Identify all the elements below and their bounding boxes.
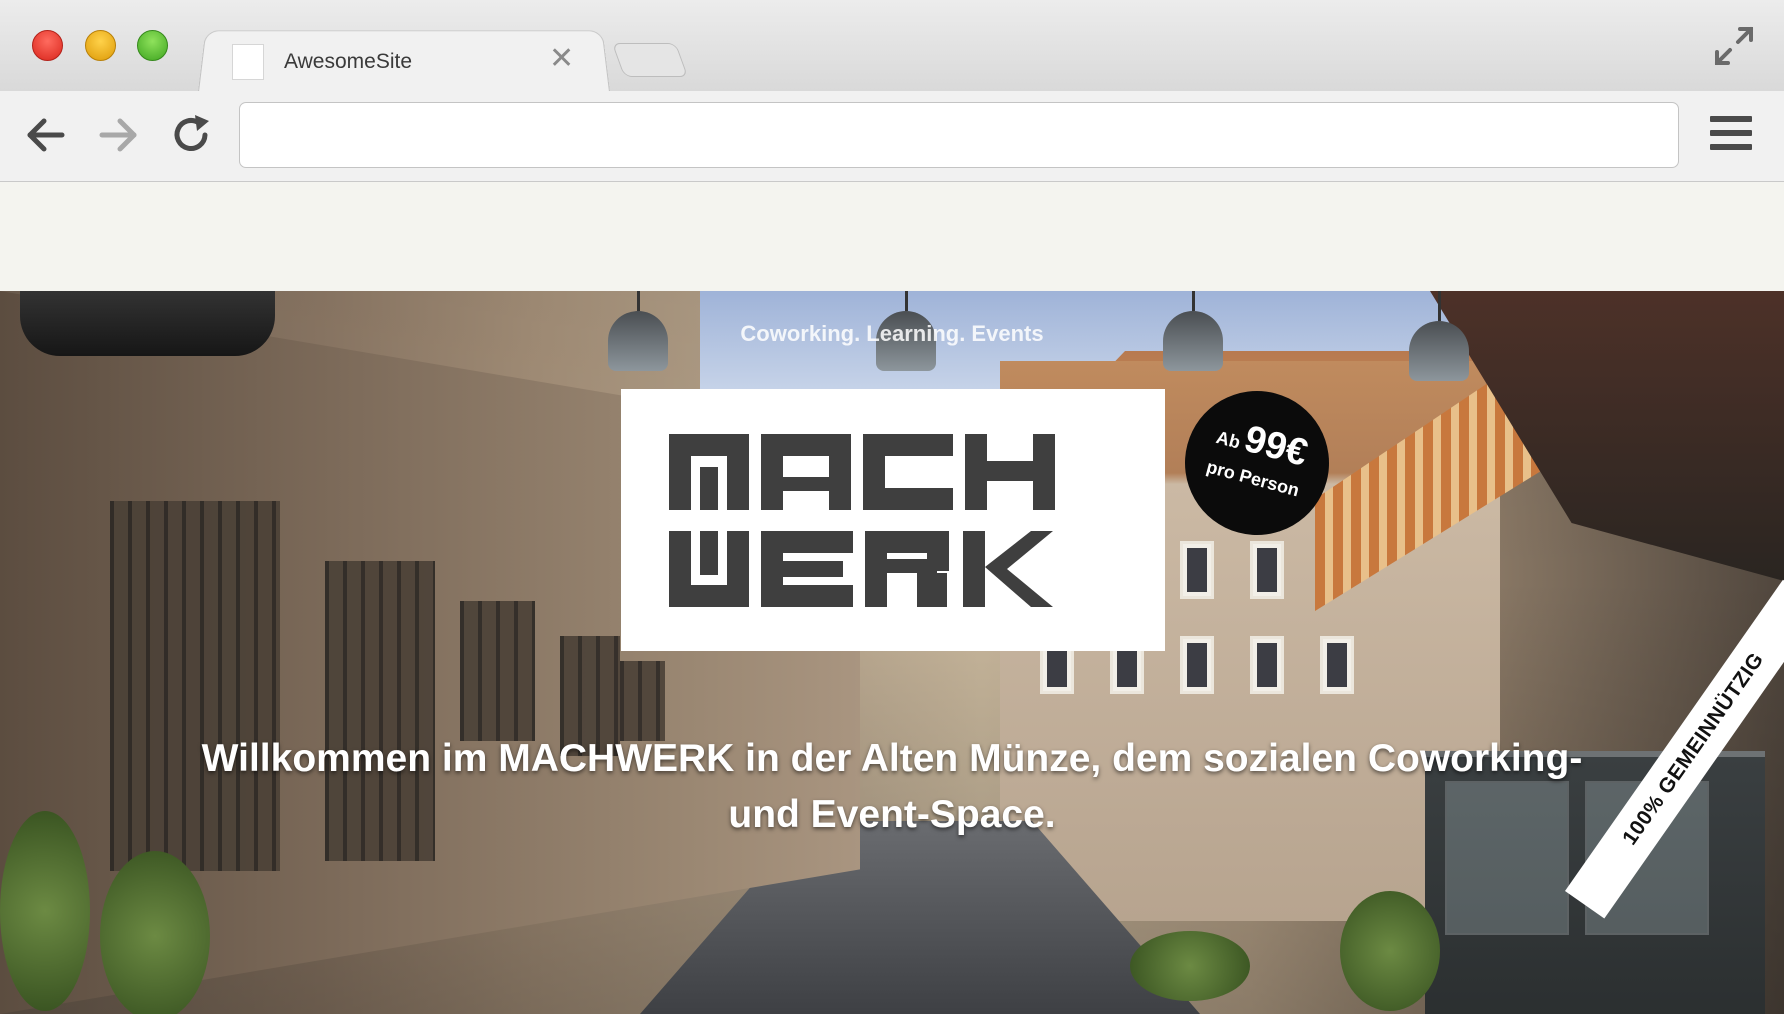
hamburger-menu-icon[interactable] [1710, 116, 1754, 156]
arrow-left-icon[interactable] [24, 113, 68, 157]
window [460, 601, 535, 741]
window [1250, 541, 1284, 599]
reload-icon[interactable] [169, 113, 213, 157]
badge-prefix: Ab [1214, 427, 1243, 453]
hero-headline: Willkommen im MACHWERK in der Alten Münz… [201, 737, 1583, 836]
arrow-right-icon[interactable] [96, 113, 140, 157]
tree [100, 851, 210, 1014]
lamp-cord [905, 291, 908, 311]
close-window-button[interactable] [32, 30, 63, 61]
window [1250, 636, 1284, 694]
fullscreen-icon[interactable] [1712, 24, 1756, 68]
address-bar[interactable] [239, 102, 1679, 168]
hero-section: Coworking. Learning. Events Ab99€ pro Pe… [0, 291, 1784, 1014]
tree [1340, 891, 1440, 1011]
hero-tagline: Coworking. Learning. Events [740, 321, 1044, 346]
window [1320, 636, 1354, 694]
window [1180, 541, 1214, 599]
machwerk-logo-graphic [669, 434, 1055, 607]
lamp-cord [1438, 291, 1441, 321]
lamp-cord [1192, 291, 1195, 311]
window [620, 661, 665, 741]
minimize-window-button[interactable] [85, 30, 116, 61]
lamp-cord [637, 291, 640, 311]
machwerk-logo[interactable] [621, 389, 1165, 651]
tab-title: AwesomeSite [284, 50, 413, 73]
badge-price: 99€ [1239, 417, 1313, 475]
new-tab-button[interactable] [611, 43, 689, 77]
window [1180, 636, 1214, 694]
close-icon[interactable]: ✕ [549, 44, 574, 74]
zoom-window-button[interactable] [137, 30, 168, 61]
tree [0, 811, 90, 1011]
page-content: Coworking. Learning. Events Ab99€ pro Pe… [0, 182, 1784, 1014]
favicon-icon [232, 44, 264, 80]
shrub [1130, 931, 1250, 1001]
